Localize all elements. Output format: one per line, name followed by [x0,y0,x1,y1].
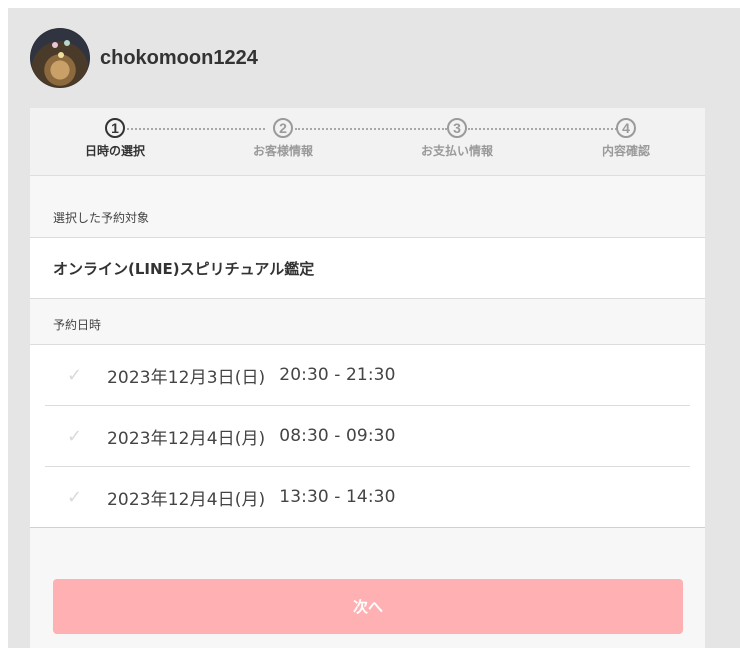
step-label: お支払い情報 [420,144,493,158]
slot-time: 13:30 - 14:30 [279,487,396,507]
next-button[interactable]: 次へ [53,579,683,634]
step-4: 4 内容確認 [566,118,686,159]
step-number: 4 [616,118,636,138]
step-label: お客様情報 [252,144,313,158]
profile-header: chokomoon1224 [30,28,258,88]
step-indicator: 1 日時の選択 2 お客様情報 3 お支払い情報 4 内容確認 [30,108,705,176]
slot-date: 2023年12月3日(日) [107,367,266,388]
reservation-slot[interactable]: ✓ 2023年12月4日(月) 08:30 - 09:30 [45,406,690,467]
check-icon: ✓ [67,486,83,508]
step-2: 2 お客様情報 [223,118,343,159]
check-icon: ✓ [67,364,83,386]
username: chokomoon1224 [100,46,258,69]
page-background: chokomoon1224 1 日時の選択 2 お客様情報 3 お支払い情報 4… [8,8,740,648]
reservation-slot[interactable]: ✓ 2023年12月4日(月) 13:30 - 14:30 [45,467,690,527]
step-label: 内容確認 [601,144,650,158]
step-1: 1 日時の選択 [55,118,175,159]
selected-target-value: オンライン(LINE)スピリチュアル鑑定 [30,238,705,299]
step-3: 3 お支払い情報 [397,118,517,159]
avatar [30,28,90,88]
slot-time: 08:30 - 09:30 [279,426,396,446]
check-icon: ✓ [67,425,83,447]
step-number: 1 [105,118,125,138]
avatar-decor [52,42,58,48]
avatar-decor [64,40,70,46]
booking-card: 1 日時の選択 2 お客様情報 3 お支払い情報 4 内容確認 選択した予約対象… [30,108,705,648]
step-label: 日時の選択 [84,144,145,158]
next-button-wrap: 次へ [53,579,683,634]
selected-target-heading: 選択した予約対象 [30,176,705,238]
slot-time: 20:30 - 21:30 [279,365,396,385]
reservation-slot[interactable]: ✓ 2023年12月3日(日) 20:30 - 21:30 [45,345,690,406]
step-number: 3 [447,118,467,138]
step-number: 2 [273,118,293,138]
slot-date: 2023年12月4日(月) [107,489,266,510]
avatar-decor [58,52,64,58]
slot-date: 2023年12月4日(月) [107,428,266,449]
reservation-heading: 予約日時 [30,299,705,345]
reservation-slot-list: ✓ 2023年12月3日(日) 20:30 - 21:30 ✓ 2023年12月… [30,345,705,528]
